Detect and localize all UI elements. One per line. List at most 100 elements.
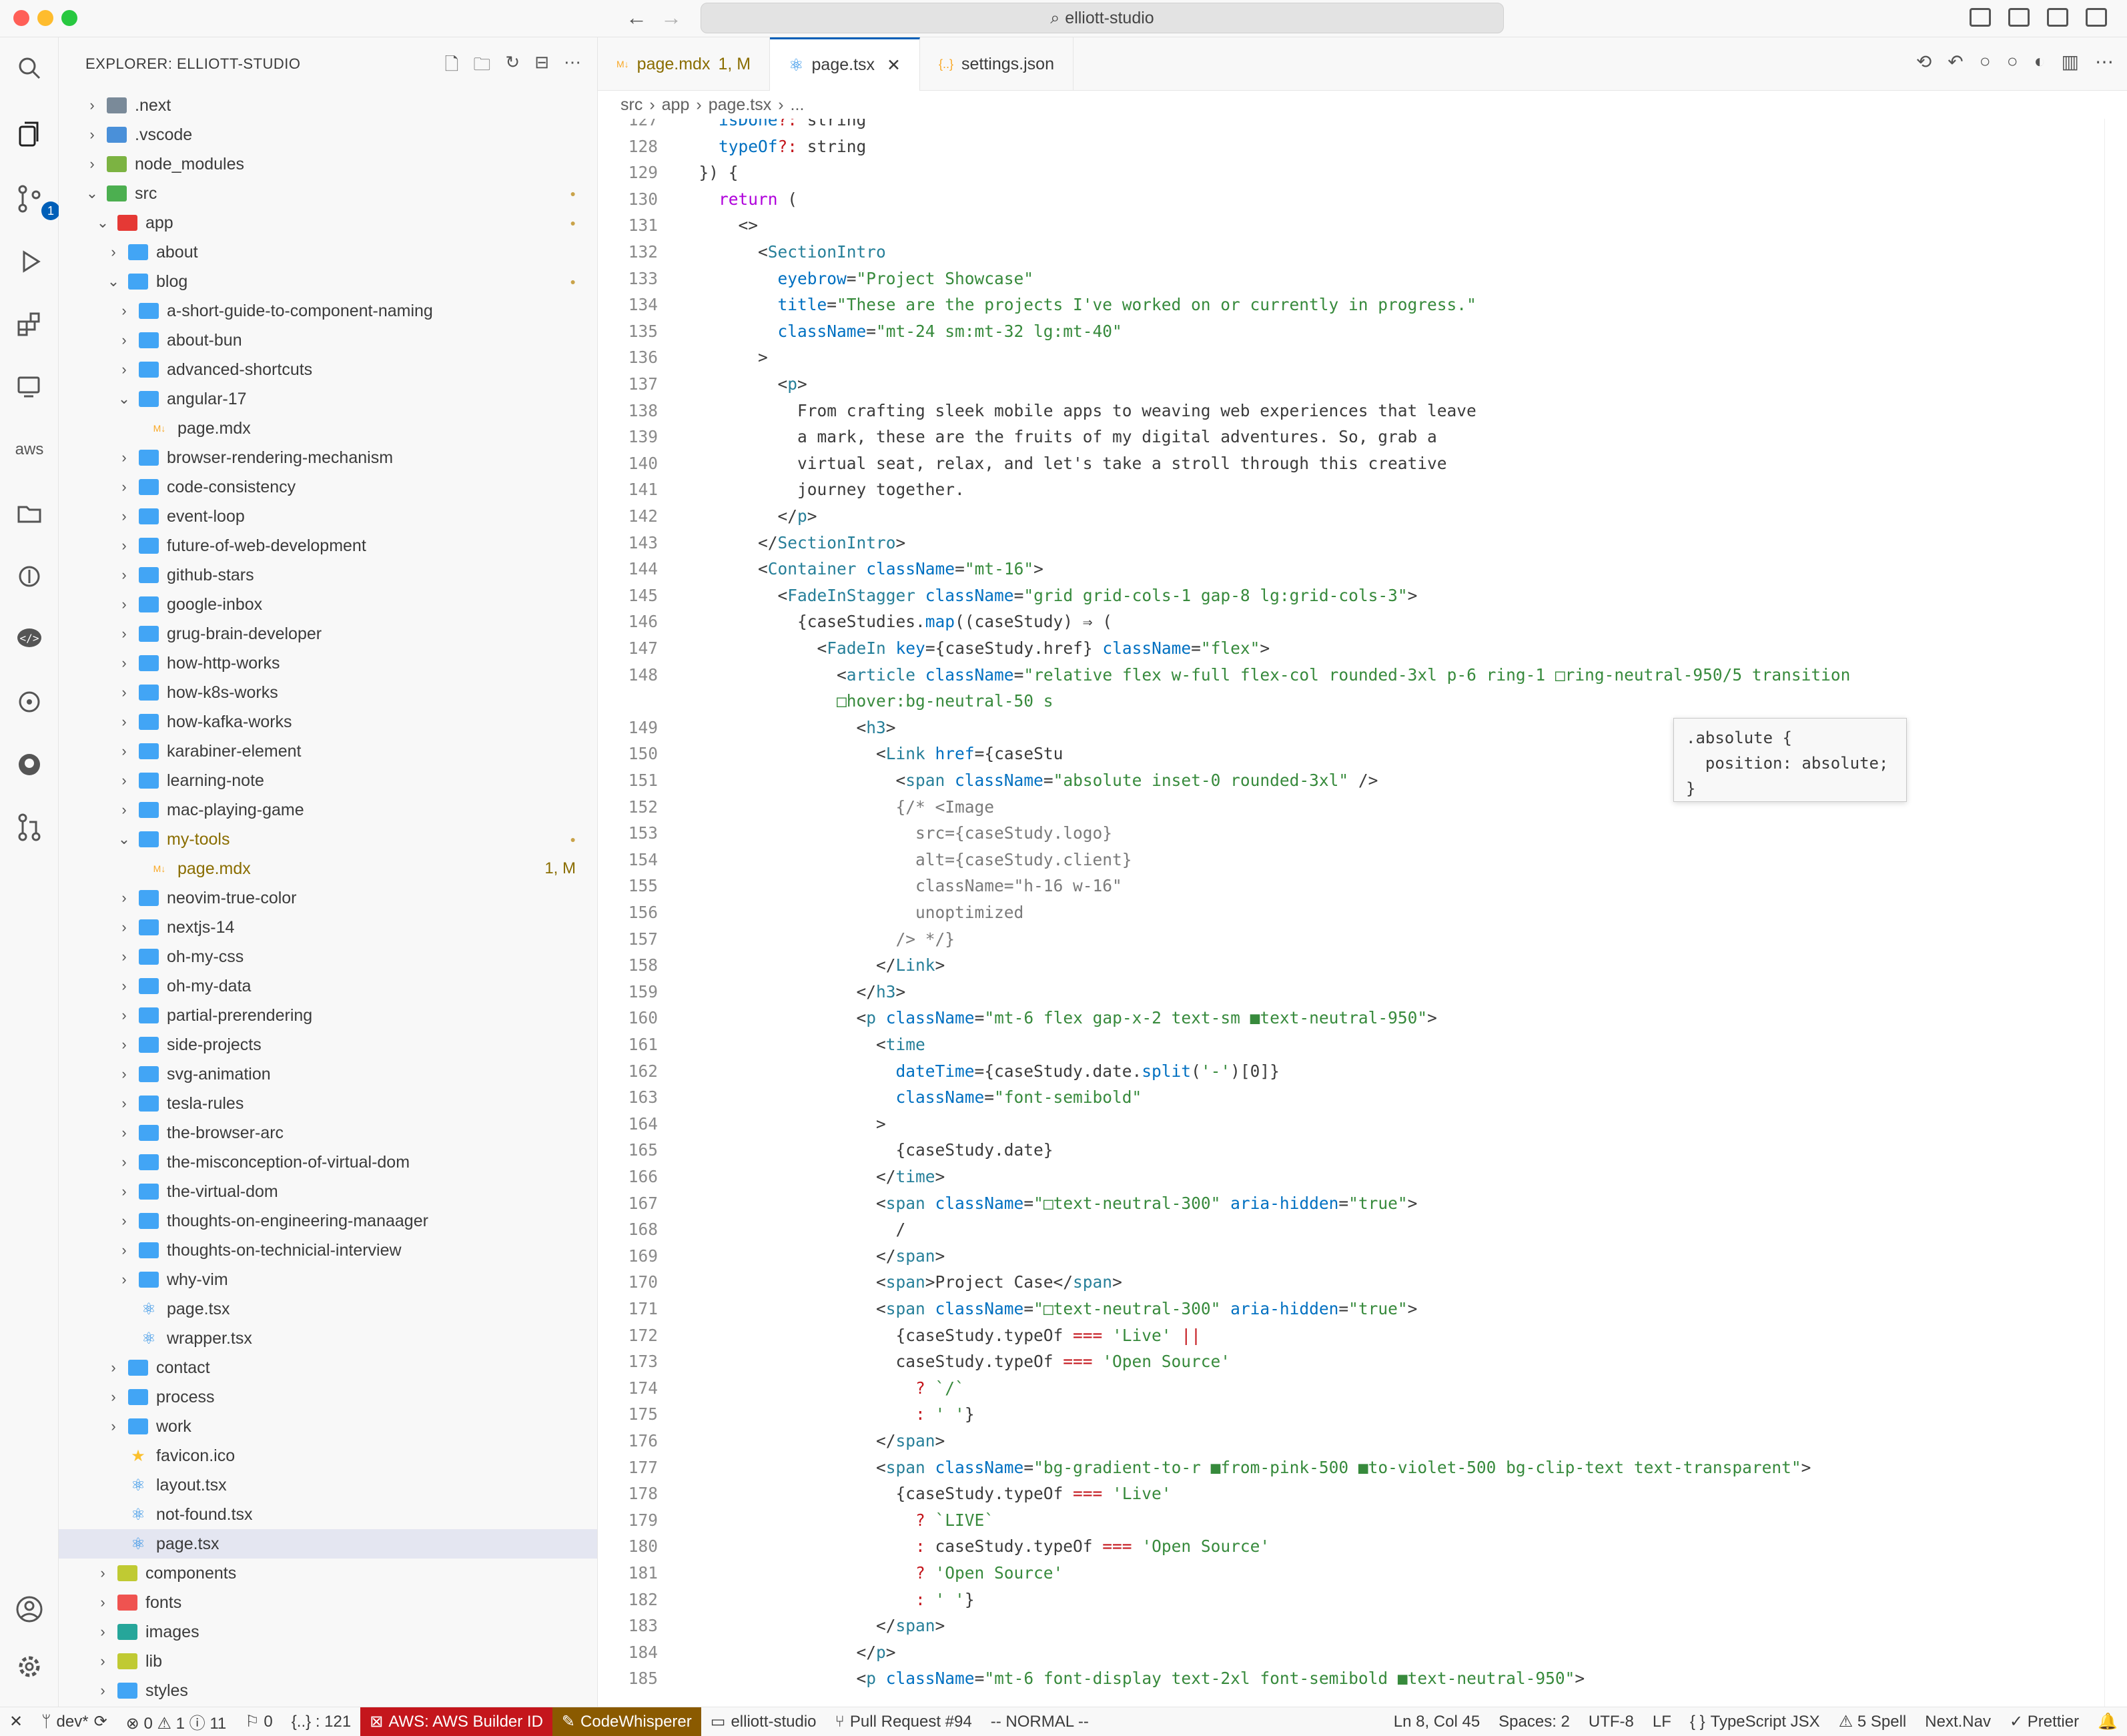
tree-folder[interactable]: › future-of-web-development bbox=[59, 531, 597, 560]
copilot-icon[interactable]: ◐ bbox=[2034, 51, 2046, 73]
tree-folder[interactable]: › about-bun bbox=[59, 326, 597, 355]
tree-folder[interactable]: › code-consistency bbox=[59, 472, 597, 502]
tree-folder[interactable]: › thoughts-on-technicial-interview bbox=[59, 1236, 597, 1265]
breadcrumb-item[interactable]: app bbox=[662, 95, 690, 115]
tree-folder[interactable]: › a-short-guide-to-component-naming bbox=[59, 296, 597, 326]
customize-layout-icon[interactable] bbox=[2086, 8, 2107, 27]
indentation[interactable]: Spaces: 2 bbox=[1489, 1707, 1579, 1736]
tree-folder[interactable]: › browser-rendering-mechanism bbox=[59, 443, 597, 472]
refresh-icon[interactable]: ↻ bbox=[505, 52, 520, 81]
close-window-button[interactable] bbox=[13, 10, 29, 26]
source-control-icon[interactable]: 1 bbox=[12, 181, 60, 220]
tree-folder[interactable]: › about bbox=[59, 238, 597, 267]
split-editor-icon[interactable]: ▥ bbox=[2062, 51, 2079, 73]
tree-folder[interactable]: › the-virtual-dom bbox=[59, 1177, 597, 1206]
notifications-icon[interactable]: 🔔 bbox=[2088, 1707, 2127, 1736]
git-graph-icon[interactable] bbox=[12, 559, 47, 594]
symbols-indicator[interactable]: {..} : 121 bbox=[282, 1707, 360, 1736]
new-file-icon[interactable]: 🗋 bbox=[444, 52, 458, 81]
tree-file[interactable]: ⚛ page.tsx bbox=[59, 1529, 597, 1559]
more-actions-icon[interactable]: ⋯ bbox=[2095, 51, 2114, 73]
timeline-icon[interactable]: ⟲ bbox=[1916, 51, 1932, 73]
pull-request-icon[interactable] bbox=[12, 810, 47, 845]
tree-folder[interactable]: › .vscode bbox=[59, 120, 597, 149]
new-folder-icon[interactable]: 🗀 bbox=[473, 52, 490, 81]
tree-folder[interactable]: › work bbox=[59, 1412, 597, 1441]
branch-indicator[interactable]: ᛘ dev* ⟳ bbox=[32, 1707, 117, 1736]
folder-icon[interactable] bbox=[12, 496, 47, 531]
account-icon[interactable] bbox=[12, 1592, 47, 1627]
tree-folder[interactable]: › process bbox=[59, 1382, 597, 1412]
code-editor[interactable]: 127 isDone?: string 128 typeOf?: string 12… bbox=[598, 119, 2106, 1707]
tree-folder[interactable]: › why-vim bbox=[59, 1265, 597, 1294]
language-mode[interactable]: { } TypeScript JSX bbox=[1681, 1707, 1829, 1736]
run-debug-icon[interactable] bbox=[12, 244, 47, 279]
tree-folder[interactable]: › images bbox=[59, 1617, 597, 1647]
tree-file[interactable]: ⚛ layout.tsx bbox=[59, 1470, 597, 1500]
tree-folder[interactable]: ⌄ angular-17 bbox=[59, 384, 597, 414]
tree-folder[interactable]: ⌄ app ● bbox=[59, 208, 597, 238]
codewhisperer-status[interactable]: ✎ CodeWhisperer bbox=[552, 1707, 701, 1736]
tree-file[interactable]: ⚛ wrapper.tsx bbox=[59, 1324, 597, 1353]
next-nav[interactable]: Next.Nav bbox=[1916, 1707, 2000, 1736]
spell-check[interactable]: ⚠ 5 Spell bbox=[1829, 1707, 1916, 1736]
prettier-status[interactable]: ✓ Prettier bbox=[2000, 1707, 2088, 1736]
tree-folder[interactable]: › oh-my-data bbox=[59, 971, 597, 1001]
settings-gear-icon[interactable] bbox=[12, 1649, 47, 1684]
encoding[interactable]: UTF-8 bbox=[1579, 1707, 1643, 1736]
forward-icon[interactable]: → bbox=[661, 7, 682, 28]
extensions-icon[interactable] bbox=[12, 307, 47, 342]
tree-folder[interactable]: › nextjs-14 bbox=[59, 913, 597, 942]
toggle-secondary-sidebar-icon[interactable] bbox=[2047, 8, 2068, 27]
tree-folder[interactable]: › svg-animation bbox=[59, 1059, 597, 1089]
editor-scrollbar[interactable] bbox=[2104, 119, 2127, 1707]
tree-folder[interactable]: › contact bbox=[59, 1353, 597, 1382]
remote-indicator[interactable]: ✕ bbox=[0, 1707, 32, 1736]
tree-folder[interactable]: › neovim-true-color bbox=[59, 883, 597, 913]
tree-folder[interactable]: › partial-prerendering bbox=[59, 1001, 597, 1030]
tree-folder[interactable]: ⌄ src ● bbox=[59, 179, 597, 208]
tree-folder[interactable]: › mac-playing-game bbox=[59, 795, 597, 825]
tree-file[interactable]: ⚛ not-found.tsx bbox=[59, 1500, 597, 1529]
tree-folder[interactable]: › event-loop bbox=[59, 502, 597, 531]
tree-folder[interactable]: › advanced-shortcuts bbox=[59, 355, 597, 384]
tree-folder[interactable]: › side-projects bbox=[59, 1030, 597, 1059]
breadcrumb-item[interactable]: src bbox=[620, 95, 643, 115]
tree-folder[interactable]: › components bbox=[59, 1559, 597, 1588]
tree-folder[interactable]: › how-http-works bbox=[59, 648, 597, 678]
tree-folder[interactable]: › learning-note bbox=[59, 766, 597, 795]
tree-folder[interactable]: › the-misconception-of-virtual-dom bbox=[59, 1148, 597, 1177]
more-icon[interactable]: ⋯ bbox=[564, 52, 581, 81]
problems-indicator[interactable]: ⊗ 0 ⚠ 1 ⓘ 11 bbox=[117, 1707, 236, 1736]
tree-folder[interactable]: › .next bbox=[59, 91, 597, 120]
workspace-indicator[interactable]: ▭ elliott-studio bbox=[701, 1707, 826, 1736]
tree-folder[interactable]: › oh-my-css bbox=[59, 942, 597, 971]
search-icon[interactable] bbox=[12, 51, 47, 85]
tree-folder[interactable]: › styles bbox=[59, 1676, 597, 1705]
tree-folder[interactable]: › how-k8s-works bbox=[59, 678, 597, 707]
toggle-sidebar-icon[interactable] bbox=[1970, 8, 1991, 27]
breadcrumb-item[interactable]: ... bbox=[791, 95, 805, 115]
breadcrumb-item[interactable]: page.tsx bbox=[709, 95, 772, 115]
tree-folder[interactable]: ⌄ my-tools ● bbox=[59, 825, 597, 854]
tree-folder[interactable]: › github-stars bbox=[59, 560, 597, 590]
tree-file[interactable]: M↓ page.mdx bbox=[59, 414, 597, 443]
tree-file[interactable]: ★ favicon.ico bbox=[59, 1441, 597, 1470]
tree-folder[interactable]: › fonts bbox=[59, 1588, 597, 1617]
editor-tab[interactable]: {..} settings.json bbox=[920, 37, 1074, 91]
collapse-icon[interactable]: ⊟ bbox=[534, 52, 549, 81]
tree-folder[interactable]: › thoughts-on-engineering-manaager bbox=[59, 1206, 597, 1236]
next-change-icon[interactable]: ○ bbox=[2007, 51, 2018, 73]
close-icon[interactable]: ✕ bbox=[887, 55, 901, 75]
code-review-icon[interactable]: </> bbox=[12, 622, 47, 657]
tree-file[interactable]: M↓ page.mdx 1, M bbox=[59, 854, 597, 883]
zoom-window-button[interactable] bbox=[61, 10, 77, 26]
tree-folder[interactable]: › tesla-rules bbox=[59, 1089, 597, 1118]
explorer-icon[interactable] bbox=[12, 117, 47, 152]
timeline-icon[interactable] bbox=[12, 685, 47, 719]
tree-folder[interactable]: ⌄ blog ● bbox=[59, 267, 597, 296]
ports-indicator[interactable]: ⚐ 0 bbox=[236, 1707, 282, 1736]
tree-folder[interactable]: › the-browser-arc bbox=[59, 1118, 597, 1148]
minimize-window-button[interactable] bbox=[37, 10, 53, 26]
aws-status[interactable]: ⊠ AWS: AWS Builder ID bbox=[360, 1707, 552, 1736]
